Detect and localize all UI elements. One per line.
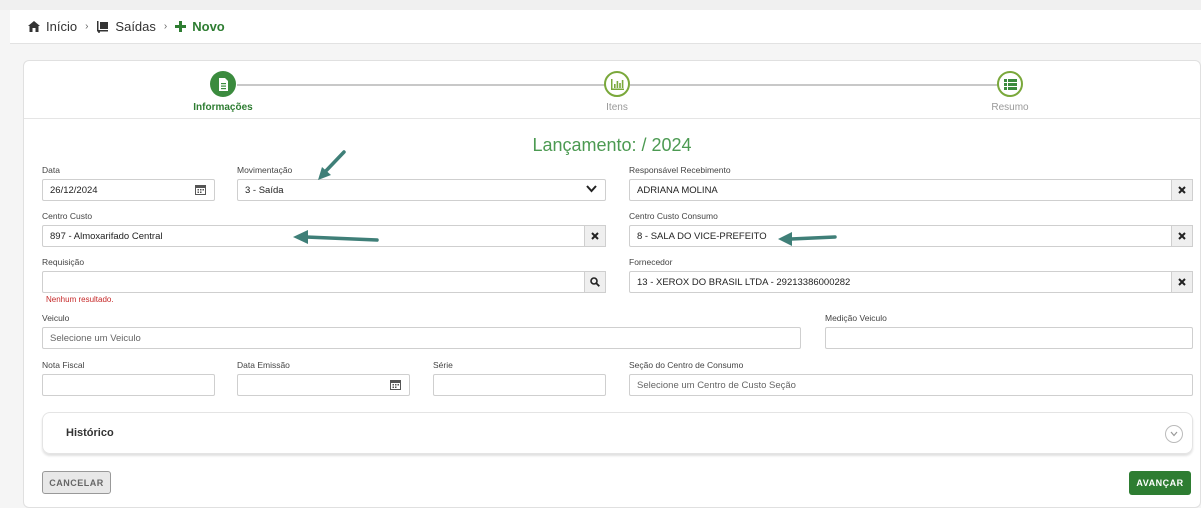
search-icon <box>590 277 600 287</box>
movimentacao-label: Movimentação <box>237 165 293 175</box>
clear-centro-custo-button[interactable] <box>584 225 606 247</box>
breadcrumb-home[interactable]: Início <box>28 19 77 34</box>
data-label: Data <box>42 165 60 175</box>
date-value: 26/12/2024 <box>50 184 98 196</box>
serie-field[interactable] <box>433 374 606 396</box>
close-icon <box>1178 232 1186 240</box>
search-requisicao-button[interactable] <box>584 271 606 293</box>
fornecedor-value: 13 - XEROX DO BRASIL LTDA - 292133860002… <box>637 276 851 288</box>
calendar-icon[interactable] <box>195 184 206 198</box>
annotation-arrow <box>778 232 837 246</box>
responsavel-label: Responsável Recebimento <box>629 165 731 175</box>
movimentacao-value: 3 - Saída <box>245 184 284 196</box>
secao-centro-label: Seção do Centro de Consumo <box>629 360 744 370</box>
responsavel-field[interactable]: ADRIANA MOLINA <box>629 179 1193 201</box>
clear-responsavel-button[interactable] <box>1171 179 1193 201</box>
data-emissao-label: Data Emissão <box>237 360 290 370</box>
breadcrumb-current: Novo <box>175 19 225 34</box>
requisicao-error: Nenhum resultado. <box>46 295 114 304</box>
historico-accordion[interactable]: Histórico <box>42 412 1193 454</box>
nota-fiscal-label: Nota Fiscal <box>42 360 85 370</box>
cancel-button[interactable]: CANCELAR <box>42 471 111 494</box>
breadcrumb-outputs-label: Saídas <box>115 19 156 34</box>
step-resumo[interactable]: Resumo <box>950 71 1070 113</box>
close-icon <box>1178 278 1186 286</box>
centro-custo-label: Centro Custo <box>42 211 93 221</box>
document-icon <box>210 71 236 97</box>
centro-custo-consumo-label: Centro Custo Consumo <box>629 211 718 221</box>
step-label: Informações <box>193 102 253 113</box>
annotation-arrow <box>318 150 346 180</box>
form-card: Informações Itens Resumo Lançamento: / 2… <box>23 60 1201 508</box>
centro-custo-consumo-value: 8 - SALA DO VICE-PREFEITO <box>637 230 767 242</box>
serie-label: Série <box>433 360 453 370</box>
breadcrumb: Início › Saídas › Novo <box>10 10 1201 44</box>
veiculo-select[interactable]: Selecione um Veiculo <box>42 327 801 349</box>
data-emissao-field[interactable] <box>237 374 410 396</box>
chevron-down-icon[interactable] <box>1165 425 1183 443</box>
requisicao-field[interactable] <box>42 271 606 293</box>
chevron-right-icon: › <box>163 21 168 32</box>
step-informacoes[interactable]: Informações <box>163 71 283 113</box>
clear-fornecedor-button[interactable] <box>1171 271 1193 293</box>
fornecedor-field[interactable]: 13 - XEROX DO BRASIL LTDA - 292133860002… <box>629 271 1193 293</box>
veiculo-placeholder: Selecione um Veiculo <box>50 332 141 344</box>
page-title: Lançamento: / 2024 <box>532 135 692 155</box>
fornecedor-label: Fornecedor <box>629 257 673 267</box>
date-field[interactable]: 26/12/2024 <box>42 179 215 201</box>
calendar-icon[interactable] <box>390 379 401 393</box>
top-strip <box>0 0 1201 10</box>
secao-centro-placeholder: Selecione um Centro de Custo Seção <box>637 379 796 391</box>
breadcrumb-home-label: Início <box>46 19 78 34</box>
responsavel-value: ADRIANA MOLINA <box>637 184 718 196</box>
requisicao-label: Requisição <box>42 257 85 267</box>
close-icon <box>591 232 599 240</box>
list-icon <box>997 71 1023 97</box>
chart-icon <box>604 71 630 97</box>
veiculo-label: Veiculo <box>42 313 70 323</box>
chevron-right-icon: › <box>85 21 89 32</box>
historico-label: Histórico <box>66 427 114 439</box>
secao-centro-select[interactable]: Selecione um Centro de Custo Seção <box>629 374 1193 396</box>
step-itens[interactable]: Itens <box>557 71 677 113</box>
annotation-arrow <box>293 230 379 244</box>
medicao-veiculo-label: Medição Veiculo <box>825 313 887 323</box>
advance-button[interactable]: AVANÇAR <box>1129 471 1191 495</box>
plus-icon <box>175 21 187 32</box>
step-label: Itens <box>606 102 628 113</box>
home-icon <box>28 21 40 32</box>
dolly-icon <box>96 20 109 33</box>
movimentacao-select[interactable]: 3 - Saída <box>237 179 606 201</box>
clear-centro-custo-consumo-button[interactable] <box>1171 225 1193 247</box>
centro-custo-consumo-field[interactable]: 8 - SALA DO VICE-PREFEITO <box>629 225 1193 247</box>
step-label: Resumo <box>991 102 1029 113</box>
medicao-veiculo-field[interactable] <box>825 327 1193 349</box>
breadcrumb-outputs[interactable]: Saídas <box>96 19 156 34</box>
breadcrumb-current-label: Novo <box>192 19 225 34</box>
stepper: Informações Itens Resumo <box>24 61 1200 119</box>
close-icon <box>1178 186 1186 194</box>
chevron-down-icon <box>586 185 597 196</box>
nota-fiscal-field[interactable] <box>42 374 215 396</box>
centro-custo-value: 897 - Almoxarifado Central <box>50 230 163 242</box>
